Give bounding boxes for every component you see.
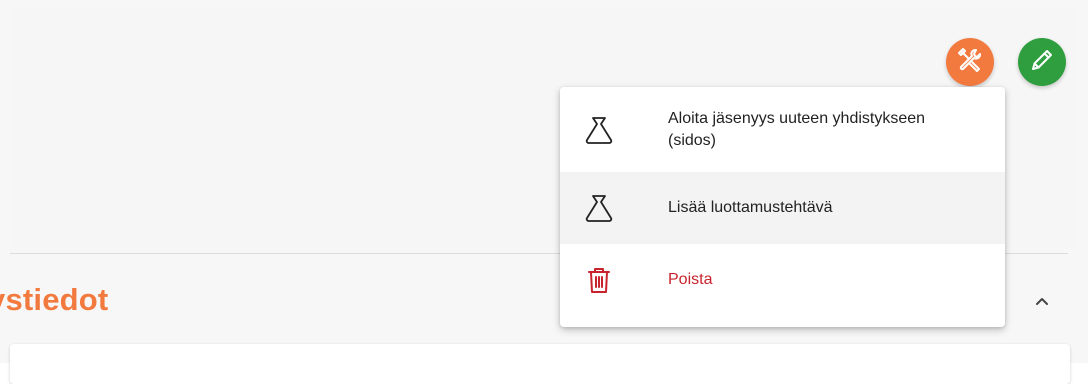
actions-menu: Aloita jäsenyys uuteen yhdistykseen (sid… [560,87,1005,327]
section-title: ystiedot [0,282,109,317]
menu-item-label: Poista [668,271,713,288]
content-card [10,344,1070,384]
edit-button[interactable] [1018,38,1066,86]
menu-item-label: Lisää luottamustehtävä [668,199,833,216]
menu-item-delete[interactable]: Poista [560,244,1005,316]
trash-icon [582,263,616,297]
tools-button[interactable] [946,38,994,86]
tools-icon [956,46,984,79]
menu-item-add-trust-position[interactable]: Lisää luottamustehtävä [560,172,1005,244]
chevron-up-icon [1034,294,1050,315]
pencil-icon [1029,47,1055,78]
bag-icon [582,191,616,225]
bag-icon [582,113,616,147]
menu-item-start-membership[interactable]: Aloita jäsenyys uuteen yhdistykseen (sid… [560,87,1005,172]
menu-item-label: Aloita jäsenyys uuteen yhdistykseen (sid… [668,109,926,149]
collapse-button[interactable] [1030,292,1054,316]
